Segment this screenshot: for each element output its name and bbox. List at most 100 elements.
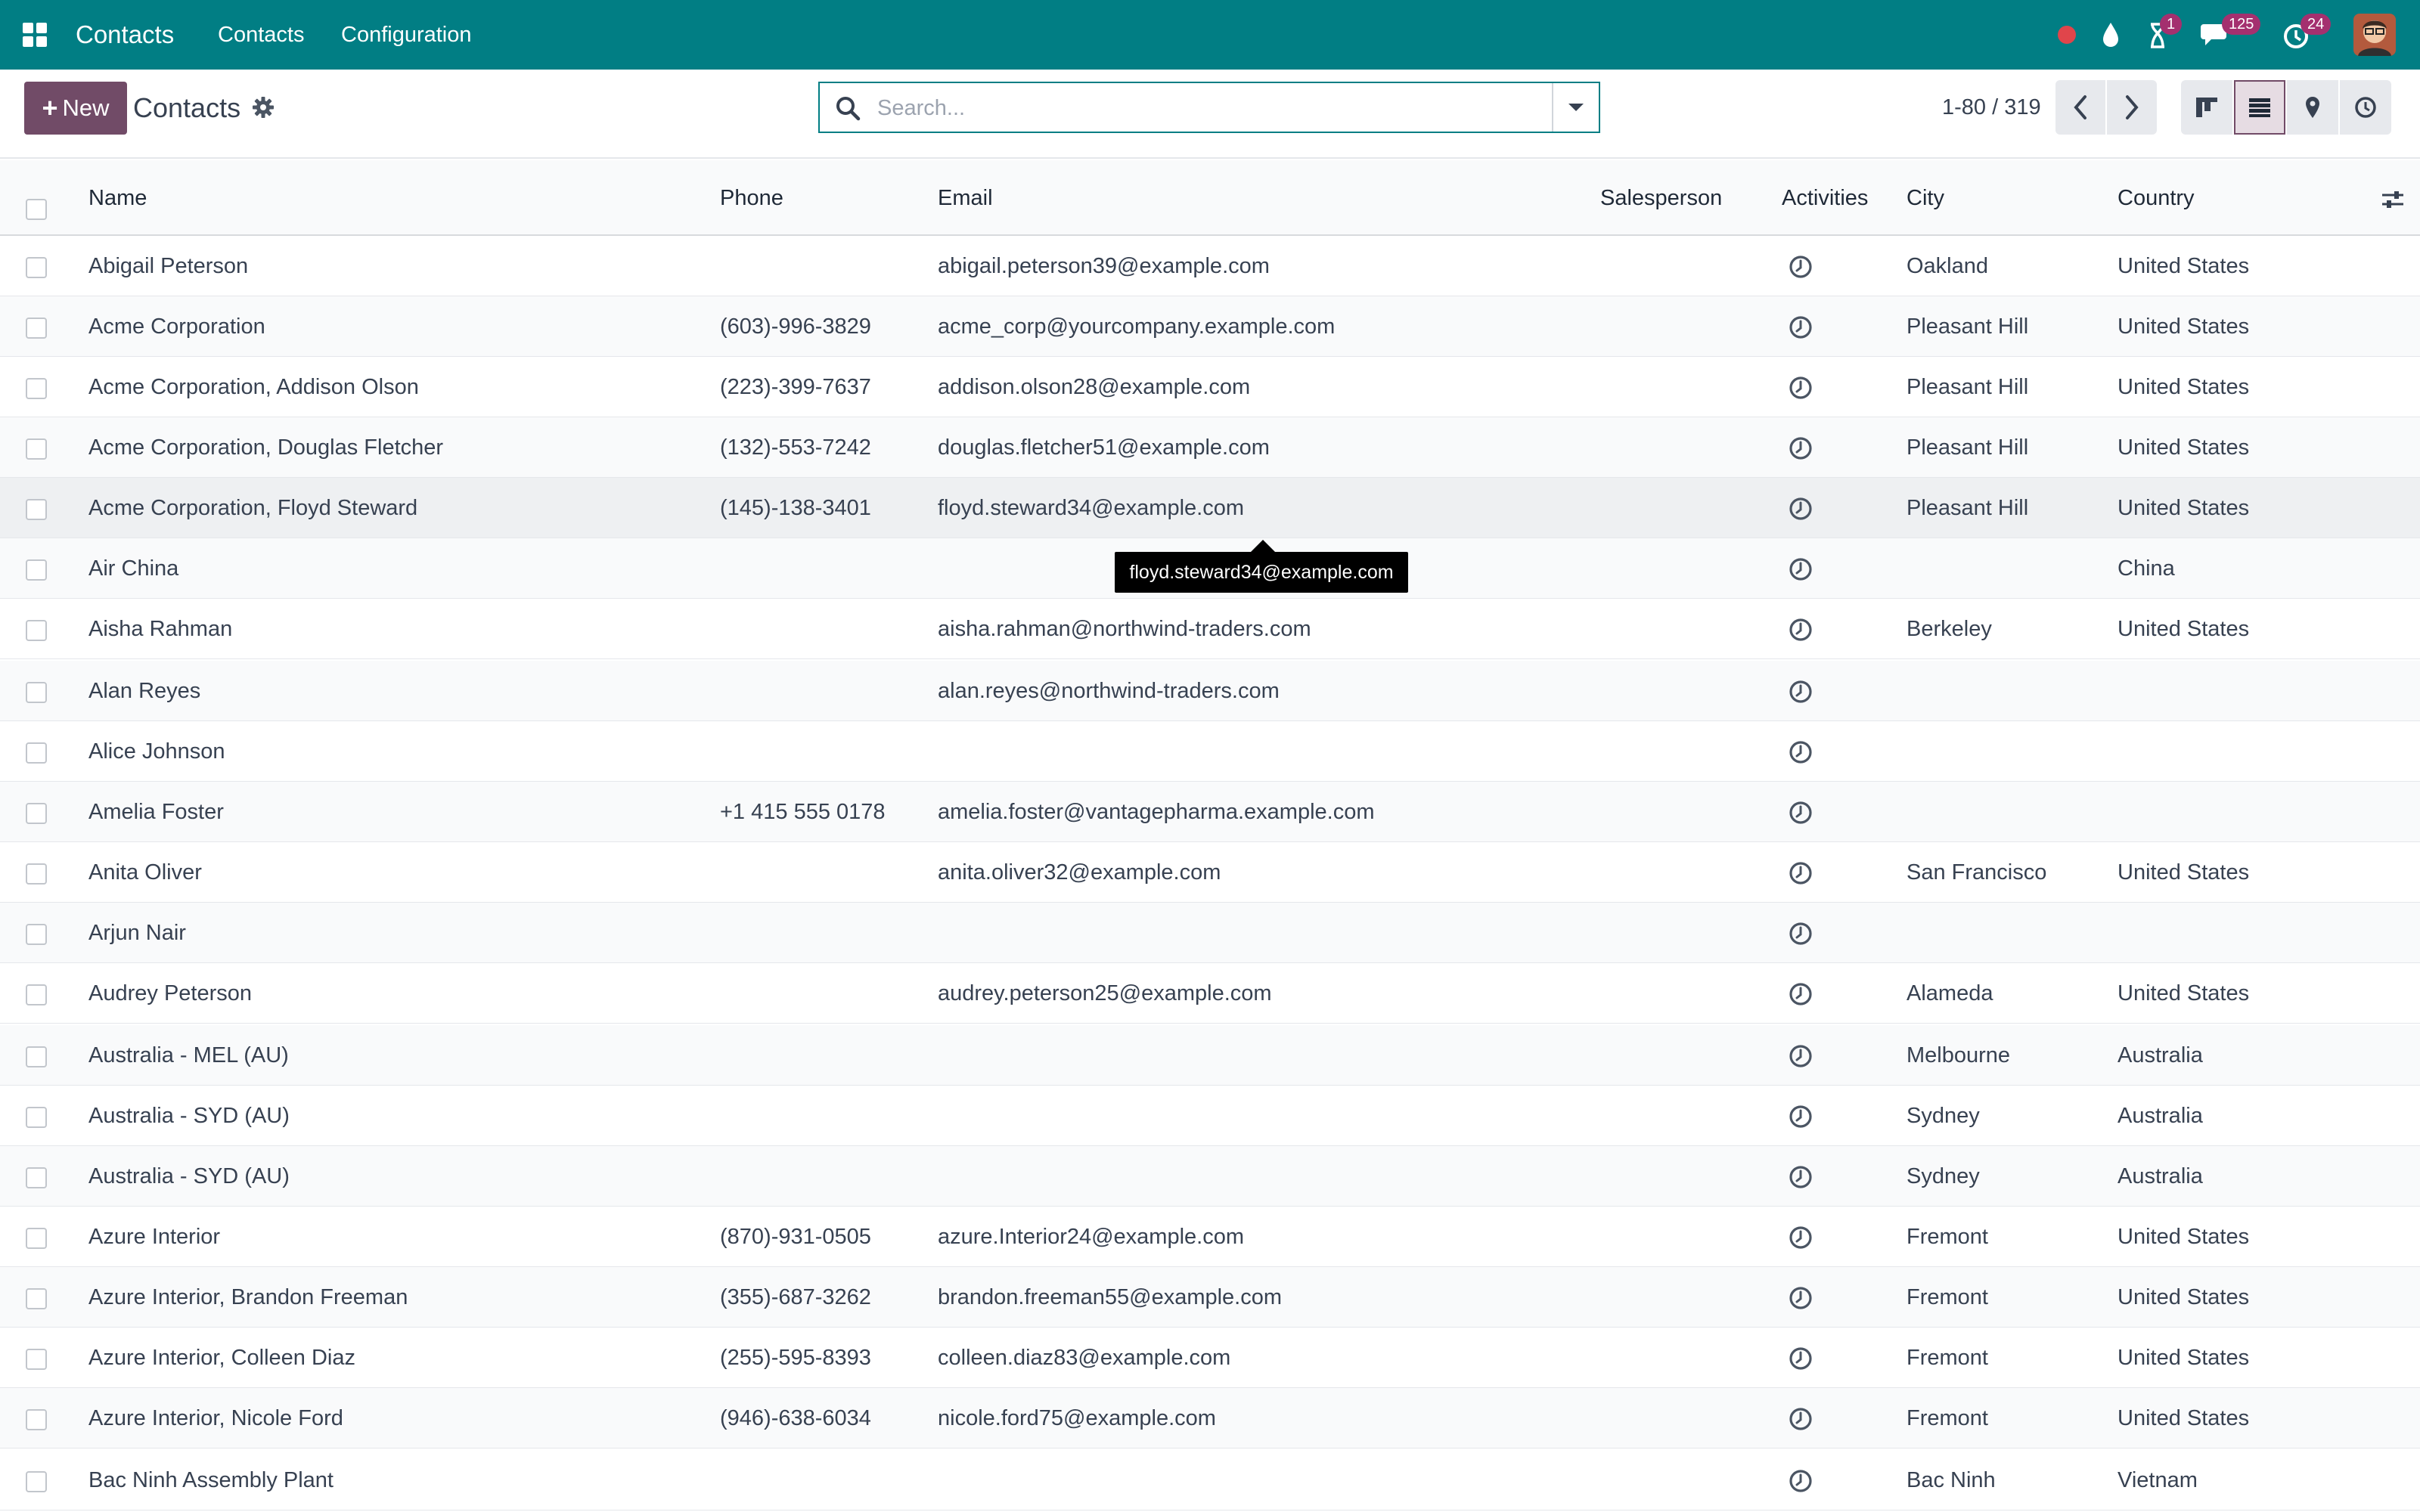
table-row[interactable]: Australia - SYD (AU) Sydney Australia (0, 1146, 2420, 1207)
cell-phone: (145)-138-3401 (720, 496, 871, 520)
activity-view-button[interactable] (2340, 80, 2391, 135)
row-checkbox[interactable] (26, 863, 47, 885)
column-header-city[interactable]: City (1907, 160, 1944, 236)
select-all-checkbox[interactable] (26, 199, 47, 220)
row-checkbox[interactable] (26, 1107, 47, 1128)
table-row[interactable]: Bac Ninh Assembly Plant Bac Ninh Vietnam (0, 1450, 2420, 1510)
table-row[interactable]: Azure Interior, Brandon Freeman (355)-687… (0, 1267, 2420, 1328)
app-title[interactable]: Contacts (76, 0, 174, 70)
table-row[interactable]: Audrey Peterson audrey.peterson25@example… (0, 963, 2420, 1024)
recording-indicator-icon[interactable] (2054, 18, 2080, 51)
menu-contacts[interactable]: Contacts (218, 0, 304, 70)
row-checkbox[interactable] (26, 620, 47, 641)
table-row[interactable]: Australia - MEL (AU) Melbourne Australia (0, 1025, 2420, 1086)
activity-clock-icon[interactable] (1788, 435, 1813, 461)
table-row[interactable]: Acme Corporation, Floyd Steward (145)-138… (0, 478, 2420, 538)
row-checkbox[interactable] (26, 1228, 47, 1249)
row-checkbox[interactable] (26, 924, 47, 945)
control-panel-divider (0, 157, 2420, 159)
activity-clock-icon[interactable] (1788, 981, 1813, 1007)
cell-city: Fremont (1907, 1285, 1988, 1309)
table-row[interactable]: Acme Corporation, Douglas Fletcher (132)-… (0, 417, 2420, 478)
activity-clock-icon[interactable] (1788, 314, 1813, 340)
activity-clock-icon[interactable] (1788, 739, 1813, 765)
activity-clock-icon[interactable] (1788, 1285, 1813, 1311)
table-row[interactable]: Acme Corporation, Addison Olson (223)-399… (0, 357, 2420, 417)
activity-clock-icon[interactable] (1788, 556, 1813, 582)
table-row[interactable]: Azure Interior, Nicole Ford (946)-638-603… (0, 1388, 2420, 1448)
column-header-name[interactable]: Name (88, 160, 147, 236)
pager-previous-button[interactable] (2055, 80, 2105, 135)
table-row[interactable]: Azure Interior, Colleen Diaz (255)-595-83… (0, 1328, 2420, 1388)
table-row[interactable]: Azure Interior (870)-931-0505 azure.Interi… (0, 1207, 2420, 1267)
row-checkbox[interactable] (26, 803, 47, 824)
row-checkbox[interactable] (26, 438, 47, 460)
row-checkbox[interactable] (26, 318, 47, 339)
column-header-country[interactable]: Country (2118, 160, 2195, 236)
cell-city: Fremont (1907, 1346, 1988, 1370)
cell-country: United States (2118, 435, 2250, 460)
activity-clock-icon[interactable] (1788, 679, 1813, 705)
activity-clock-icon[interactable] (1788, 1043, 1813, 1069)
search-options-toggle[interactable] (1552, 83, 1599, 132)
cell-city: Melbourne (1907, 1043, 2011, 1067)
column-header-salesperson[interactable]: Salesperson (1600, 160, 1722, 236)
table-row[interactable]: Arjun Nair (0, 903, 2420, 963)
activity-clock-icon[interactable] (1788, 617, 1813, 643)
row-checkbox[interactable] (26, 682, 47, 703)
table-row[interactable]: Australia - SYD (AU) Sydney Australia (0, 1086, 2420, 1146)
row-checkbox[interactable] (26, 1471, 47, 1492)
activity-clock-icon[interactable] (1788, 1225, 1813, 1250)
activity-clock-icon[interactable] (1788, 800, 1813, 826)
activities-clock-icon[interactable]: 24 (2282, 14, 2343, 51)
activity-clock-icon[interactable] (1788, 1406, 1813, 1432)
row-checkbox[interactable] (26, 1349, 47, 1370)
pager-value[interactable]: 1-80 / 319 (1942, 94, 2041, 121)
user-avatar[interactable] (2353, 14, 2396, 56)
table-row[interactable]: Alan Reyes alan.reyes@northwind-traders.c… (0, 661, 2420, 721)
table-row[interactable]: Amelia Foster +1 415 555 0178 amelia.foste… (0, 782, 2420, 842)
hourglass-activity-icon[interactable]: 1 (2145, 14, 2190, 51)
row-checkbox[interactable] (26, 1288, 47, 1309)
new-button[interactable]: + New (24, 82, 127, 135)
gear-icon[interactable] (252, 96, 275, 119)
row-checkbox[interactable] (26, 1167, 47, 1188)
search-input[interactable] (876, 89, 1559, 127)
table-row[interactable]: Alice Johnson (0, 721, 2420, 782)
row-checkbox[interactable] (26, 742, 47, 764)
row-checkbox[interactable] (26, 257, 47, 278)
column-header-email[interactable]: Email (938, 160, 993, 236)
activity-clock-icon[interactable] (1788, 375, 1813, 401)
activity-clock-icon[interactable] (1788, 860, 1813, 886)
row-checkbox[interactable] (26, 1409, 47, 1430)
table-row[interactable]: Abigail Peterson abigail.peterson39@examp… (0, 236, 2420, 296)
table-row[interactable]: Aisha Rahman aisha.rahman@northwind-trade… (0, 599, 2420, 659)
activity-clock-icon[interactable] (1788, 496, 1813, 522)
cell-city: San Francisco (1907, 860, 2047, 885)
drop-icon[interactable] (2098, 18, 2124, 51)
activity-clock-icon[interactable] (1788, 1164, 1813, 1190)
activity-clock-icon[interactable] (1788, 1104, 1813, 1129)
row-checkbox[interactable] (26, 499, 47, 520)
row-checkbox[interactable] (26, 984, 47, 1005)
pager-next-button[interactable] (2107, 80, 2157, 135)
activity-clock-icon[interactable] (1788, 921, 1813, 947)
column-header-activities[interactable]: Activities (1782, 160, 1868, 236)
kanban-view-button[interactable] (2181, 80, 2232, 135)
map-view-button[interactable] (2287, 80, 2338, 135)
table-row[interactable]: Anita Oliver anita.oliver32@example.com Sa… (0, 842, 2420, 903)
column-header-phone[interactable]: Phone (720, 160, 783, 236)
activity-clock-icon[interactable] (1788, 1468, 1813, 1494)
messages-icon[interactable]: 125 (2201, 14, 2261, 51)
row-checkbox[interactable] (26, 1046, 47, 1067)
row-checkbox[interactable] (26, 378, 47, 399)
menu-configuration[interactable]: Configuration (341, 0, 472, 70)
cell-country: United States (2118, 375, 2250, 399)
optional-columns-icon[interactable] (2381, 187, 2405, 212)
activity-clock-icon[interactable] (1788, 254, 1813, 280)
activity-clock-icon[interactable] (1788, 1346, 1813, 1371)
app-menu-grid-icon[interactable] (21, 21, 48, 48)
list-view-button[interactable] (2234, 80, 2285, 135)
table-row[interactable]: Acme Corporation (603)-996-3829 acme_corp@… (0, 296, 2420, 357)
row-checkbox[interactable] (26, 559, 47, 581)
